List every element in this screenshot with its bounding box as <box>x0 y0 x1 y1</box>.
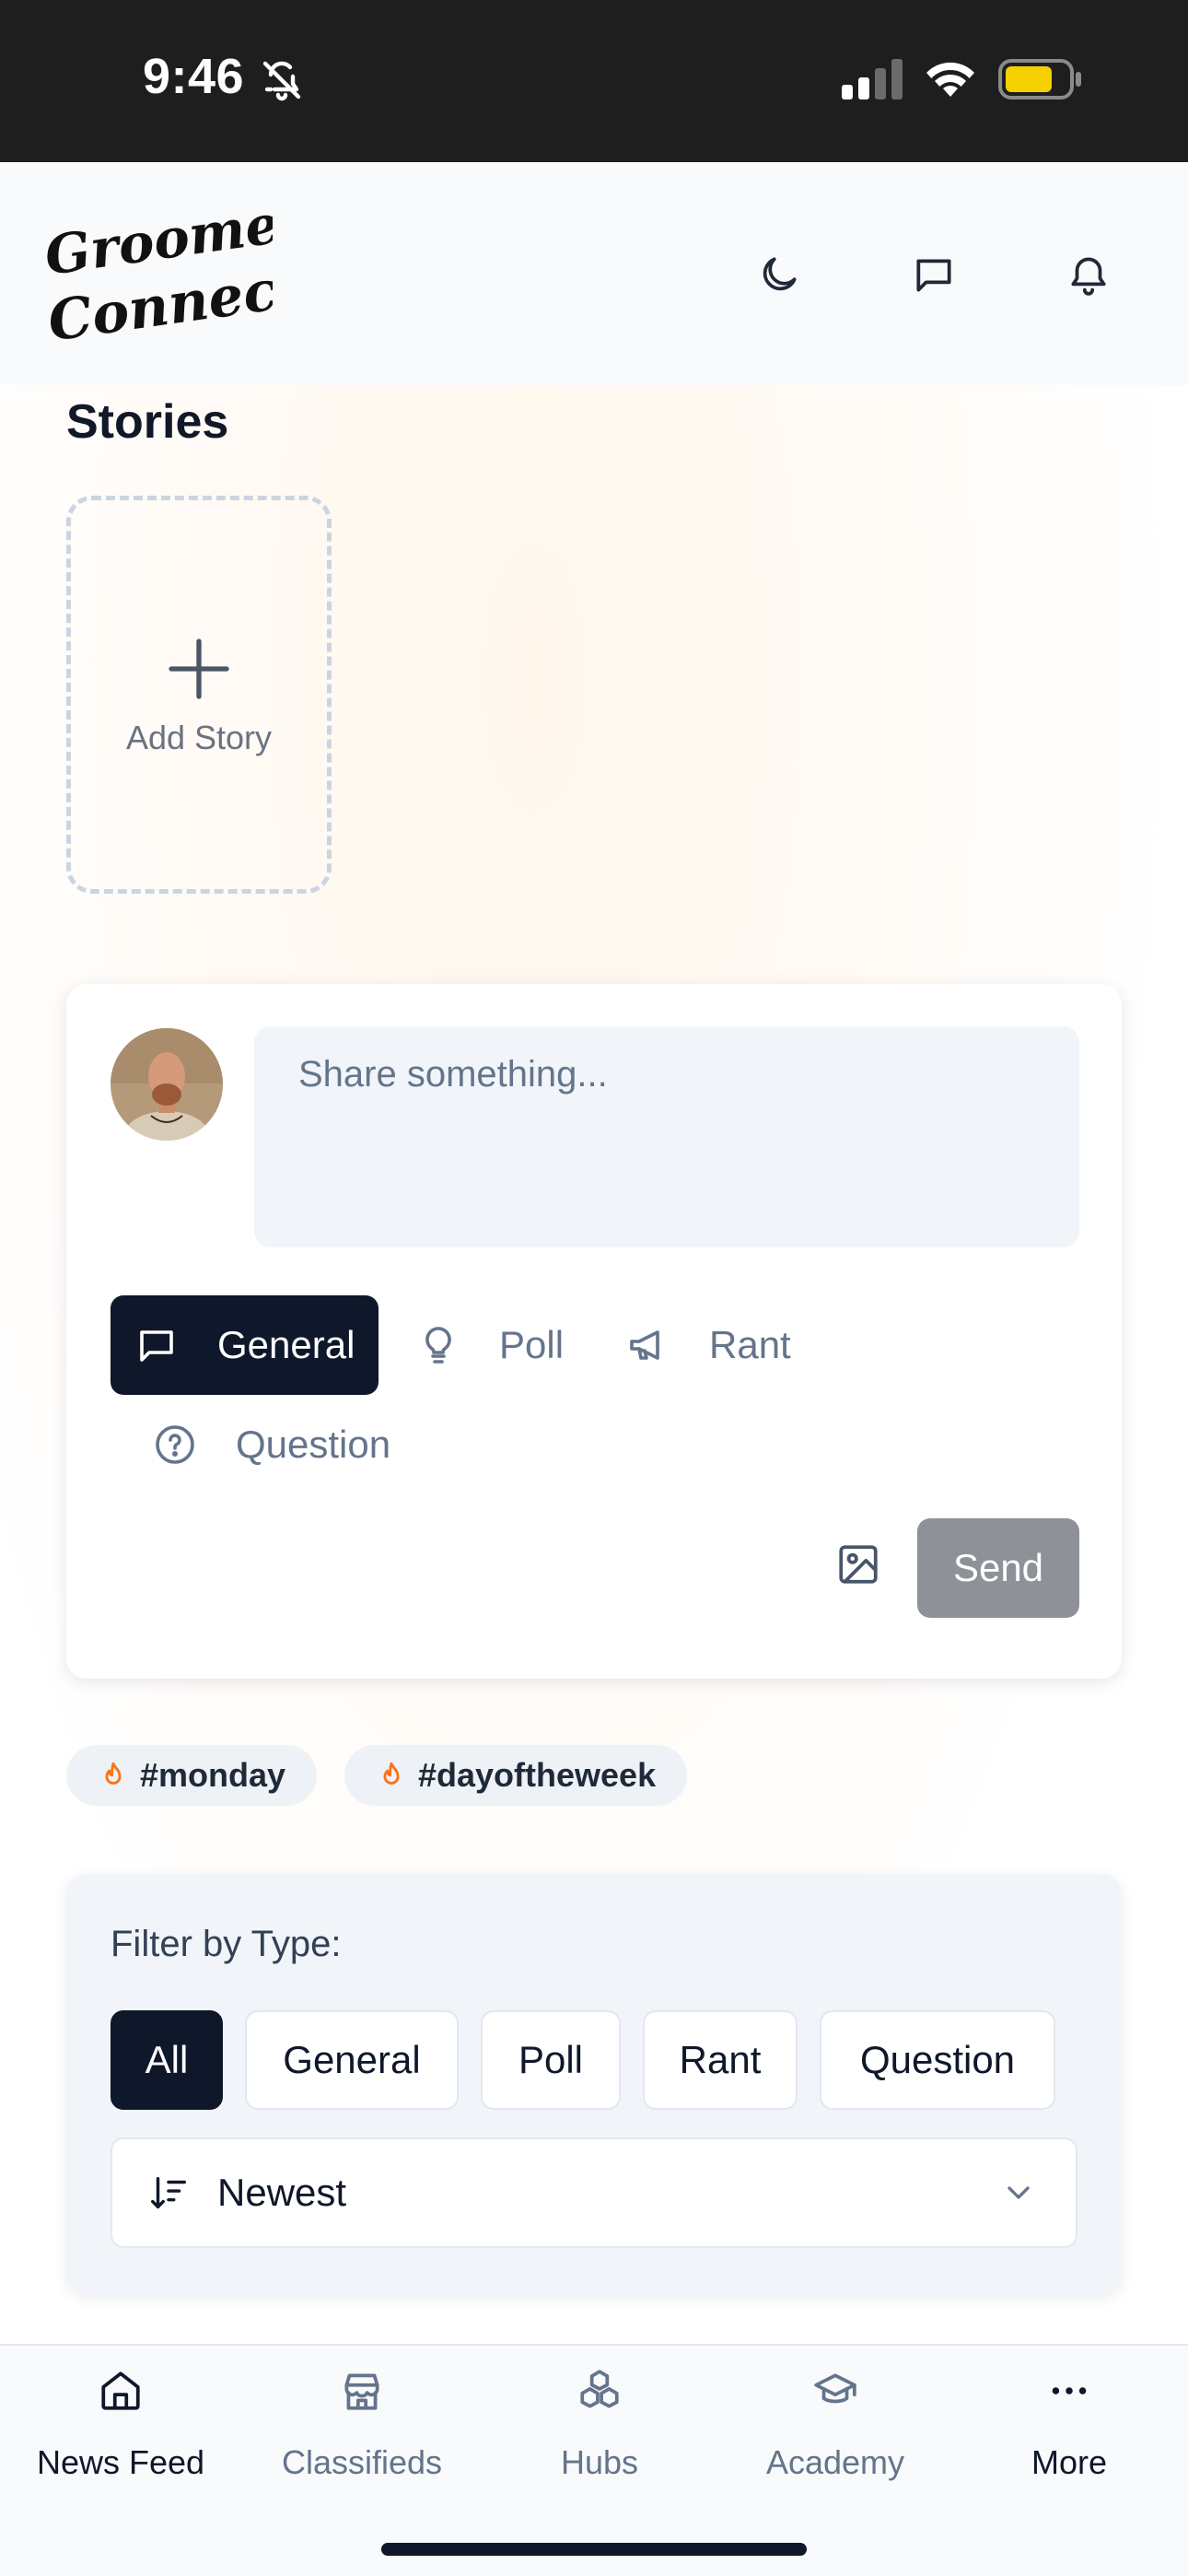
chat-bubble-icon <box>140 1330 173 1362</box>
nav-label: Hubs <box>560 2443 639 2481</box>
sort-value: Newest <box>217 2171 347 2214</box>
nav-label: News Feed <box>36 2443 205 2481</box>
post-type-question[interactable]: Question <box>153 1395 390 1494</box>
filter-card: Filter by Type: All General Poll Rant Qu… <box>66 1874 1122 2294</box>
filter-chip-rant[interactable]: Rant <box>643 2010 798 2110</box>
post-type-rant-label: Rant <box>709 1323 791 1366</box>
news-feed-main: Stories Add Story General <box>0 385 1188 2344</box>
hashtag-chip-monday[interactable]: #monday <box>66 1745 318 1806</box>
filter-chip-question[interactable]: Question <box>820 2010 1055 2110</box>
nav-news-feed[interactable]: News Feed <box>2 2346 239 2484</box>
user-avatar-image <box>111 1028 223 1141</box>
graduation-cap-icon <box>814 2373 856 2404</box>
store-icon <box>344 2373 379 2410</box>
attach-image-button[interactable] <box>812 1518 904 1610</box>
post-type-poll[interactable]: Poll <box>416 1295 564 1395</box>
nav-hubs[interactable]: Hubs <box>481 2346 718 2484</box>
more-dots-icon <box>1052 2387 1087 2395</box>
home-indicator <box>381 2543 807 2556</box>
nav-classifieds[interactable]: Classifieds <box>243 2346 481 2484</box>
add-story-button[interactable]: Add Story <box>66 496 332 894</box>
flame-icon <box>105 1762 122 1785</box>
share-input[interactable] <box>254 1026 1079 1247</box>
filter-chip-poll[interactable]: Poll <box>481 2010 621 2110</box>
flame-icon <box>383 1762 400 1785</box>
post-type-general-label: General <box>217 1323 355 1366</box>
post-composer: General Poll Rant Question Send <box>66 984 1122 1679</box>
status-time: 9:46 <box>143 49 245 104</box>
filter-label: Filter by Type: <box>111 1924 342 1964</box>
post-type-general[interactable]: General <box>111 1295 379 1395</box>
question-circle-icon <box>156 1425 194 1464</box>
post-type-question-label: Question <box>236 1423 391 1466</box>
battery-icon <box>998 59 1081 100</box>
hashtag-chip-dayoftheweek[interactable]: #dayoftheweek <box>344 1745 688 1806</box>
sort-descending-icon <box>151 2176 186 2209</box>
nav-more[interactable]: More <box>950 2346 1188 2484</box>
sort-dropdown[interactable]: Newest <box>111 2137 1077 2248</box>
cubes-icon <box>580 2370 619 2408</box>
home-icon <box>101 2371 140 2410</box>
hashtag-label: #dayoftheweek <box>418 1756 657 1794</box>
nav-label: Academy <box>765 2443 905 2481</box>
chat-bubble-icon <box>916 259 951 292</box>
dark-mode-toggle[interactable] <box>746 241 812 308</box>
cellular-signal-icon <box>842 59 903 100</box>
groomer-connect-logo[interactable]: Groomer Connect <box>42 199 273 346</box>
notifications-button[interactable] <box>1055 241 1122 308</box>
send-button[interactable]: Send <box>917 1518 1079 1618</box>
image-icon <box>839 1545 878 1584</box>
bell-muted-icon <box>262 61 301 101</box>
avatar[interactable] <box>111 1028 223 1141</box>
nav-academy[interactable]: Academy <box>716 2346 954 2484</box>
stories-title: Stories <box>66 395 229 449</box>
messages-button[interactable] <box>901 241 967 308</box>
filter-chip-general[interactable]: General <box>245 2010 459 2110</box>
filter-chip-all[interactable]: All <box>111 2010 223 2110</box>
status-bar: 9:46 <box>0 0 1188 162</box>
post-type-poll-label: Poll <box>499 1323 565 1366</box>
post-type-rant[interactable]: Rant <box>626 1295 791 1395</box>
nav-label: More <box>1031 2443 1108 2481</box>
moon-icon <box>763 257 797 291</box>
app-header: Groomer Connect <box>0 162 1188 385</box>
wifi-icon <box>926 62 974 97</box>
hashtag-label: #monday <box>140 1756 286 1794</box>
bottom-nav: News Feed Classifieds Hubs Academy More <box>0 2344 1188 2576</box>
chevron-down-icon <box>1007 2186 1030 2199</box>
megaphone-icon <box>630 1330 659 1360</box>
lightbulb-icon <box>425 1327 451 1364</box>
add-story-label: Add Story <box>125 719 273 756</box>
nav-label: Classifieds <box>281 2443 443 2481</box>
bell-icon <box>1071 257 1106 296</box>
plus-icon <box>169 638 229 699</box>
